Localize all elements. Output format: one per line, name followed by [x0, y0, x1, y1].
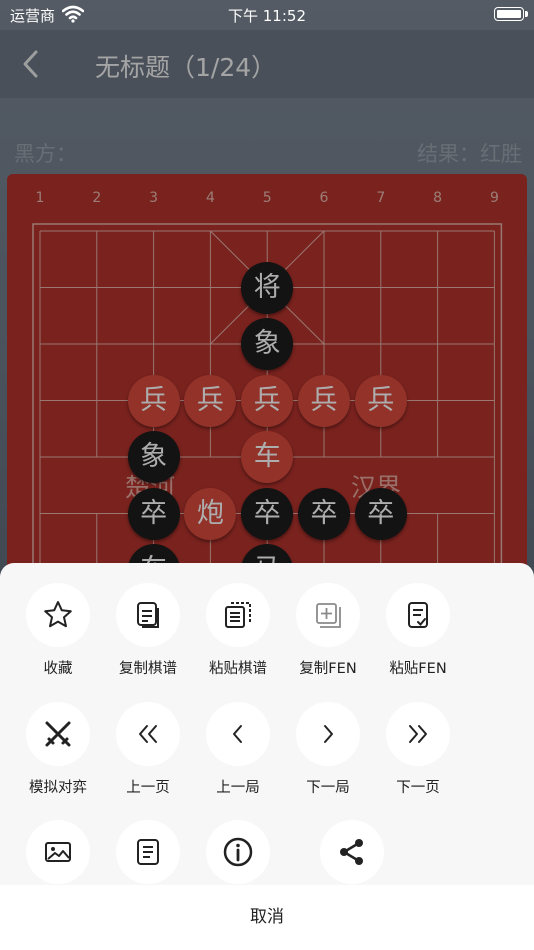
next-page-button[interactable]: 下一页	[373, 702, 463, 797]
previous-game-button[interactable]: 上一局	[193, 702, 283, 797]
document-circle	[116, 820, 180, 884]
info-icon	[223, 837, 253, 867]
status-bar: 运营商 下午 11:52	[0, 0, 534, 30]
next-game-button[interactable]: 下一局	[283, 702, 373, 797]
share-button[interactable]	[307, 820, 397, 884]
paste-record-label: 粘贴棋谱	[209, 661, 267, 677]
copy-fen-icon	[316, 603, 341, 628]
copy-record-icon	[137, 602, 159, 628]
cancel-button[interactable]: 取消	[0, 885, 534, 950]
document-icon	[137, 839, 159, 865]
copy-record-label: 复制棋谱	[119, 661, 177, 677]
previous-page-label: 上一页	[126, 780, 170, 796]
favorite-label: 收藏	[43, 661, 73, 677]
crossed-swords-icon	[45, 721, 71, 747]
simulate-game-circle	[26, 702, 90, 766]
battery-tip	[525, 11, 528, 17]
status-time: 下午 11:52	[228, 7, 306, 25]
favorite-button[interactable]: 收藏	[13, 583, 103, 678]
paste-fen-button[interactable]: 粘贴FEN	[373, 583, 463, 678]
paste-record-icon	[225, 602, 251, 628]
previous-game-circle	[206, 702, 270, 766]
save-image-button[interactable]	[13, 820, 103, 884]
double-right-icon	[409, 725, 427, 743]
info-button[interactable]	[193, 820, 283, 884]
copy-fen-label: 复制FEN	[299, 661, 357, 677]
double-left-icon	[139, 725, 157, 743]
paste-record-button[interactable]: 粘贴棋谱	[193, 583, 283, 678]
share-circle	[320, 820, 384, 884]
star-icon	[44, 601, 72, 628]
action-sheet: 收藏 复制棋谱 粘贴棋谱 复制FEN 粘贴FEN 模拟对弈 上一页 上一局 下一…	[0, 563, 534, 950]
copy-fen-circle	[296, 583, 360, 647]
share-icon	[340, 839, 363, 865]
save-image-circle	[26, 820, 90, 884]
previous-page-circle	[116, 702, 180, 766]
paste-record-circle	[206, 583, 270, 647]
image-icon	[45, 842, 71, 862]
right-icon	[324, 725, 333, 743]
document-button[interactable]	[103, 820, 193, 884]
paste-fen-circle	[386, 583, 450, 647]
previous-page-button[interactable]: 上一页	[103, 702, 193, 797]
next-game-circle	[296, 702, 360, 766]
copy-fen-button[interactable]: 复制FEN	[283, 583, 373, 678]
next-page-circle	[386, 702, 450, 766]
copy-record-circle	[116, 583, 180, 647]
paste-fen-icon	[408, 602, 428, 628]
favorite-circle	[26, 583, 90, 647]
copy-record-button[interactable]: 复制棋谱	[103, 583, 193, 678]
paste-fen-label: 粘贴FEN	[389, 661, 447, 677]
previous-game-label: 上一局	[216, 780, 260, 796]
battery-icon	[494, 7, 524, 21]
info-circle	[206, 820, 270, 884]
next-game-label: 下一局	[306, 780, 350, 796]
next-page-label: 下一页	[396, 780, 440, 796]
left-icon	[233, 725, 242, 743]
simulate-game-label: 模拟对弈	[29, 780, 87, 796]
simulate-game-button[interactable]: 模拟对弈	[13, 702, 103, 797]
